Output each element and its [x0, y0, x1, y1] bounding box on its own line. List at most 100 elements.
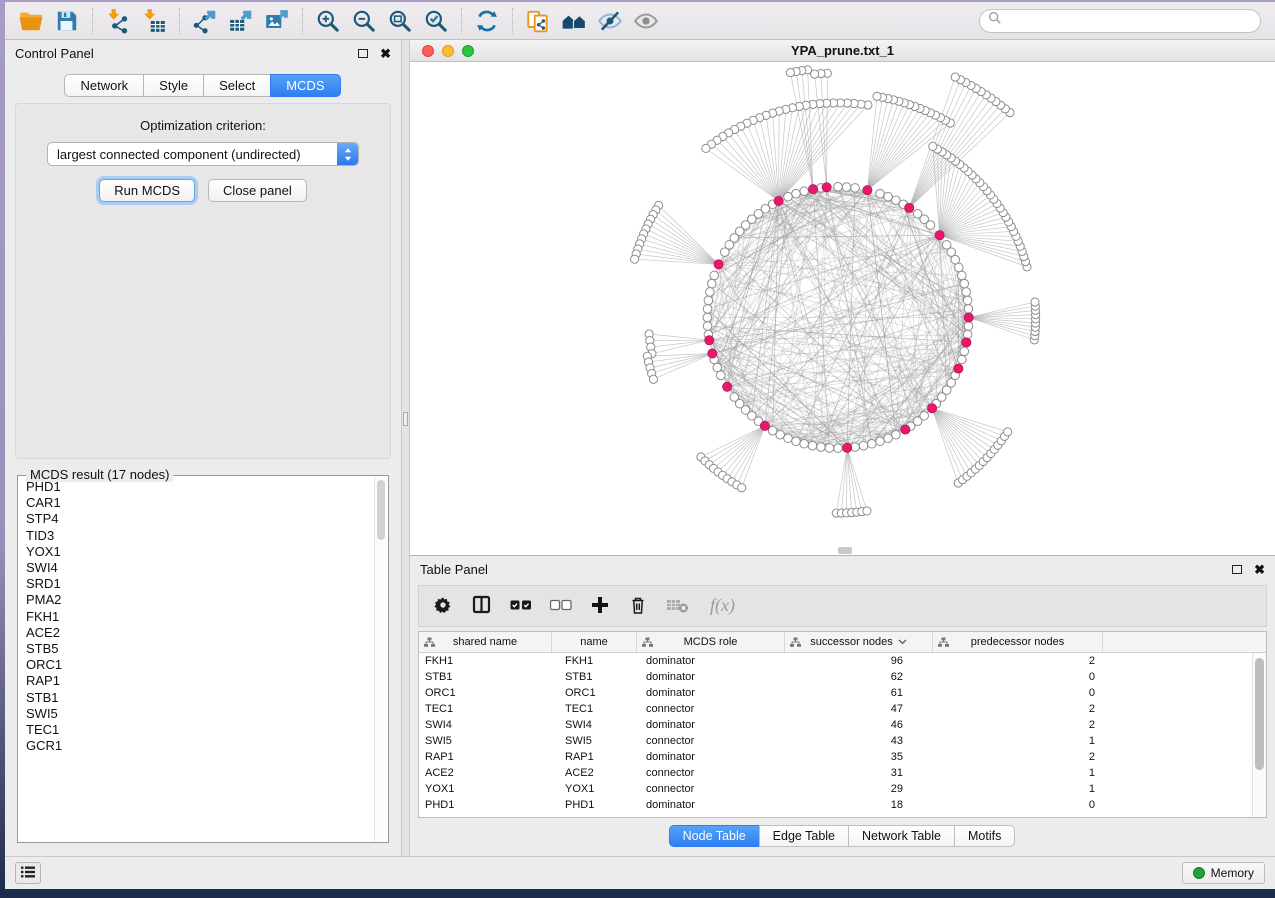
graph-node[interactable]	[963, 330, 972, 339]
cell-name[interactable]: ORC1	[552, 687, 637, 699]
graph-node[interactable]	[892, 196, 901, 205]
mcds-result-item[interactable]: GCR1	[21, 738, 373, 754]
cell-mcds-role[interactable]: dominator	[637, 671, 785, 683]
graph-hub-node[interactable]	[964, 313, 973, 322]
graph-node[interactable]	[964, 322, 973, 331]
cell-shared-name[interactable]: ACE2	[419, 767, 552, 779]
graph-node[interactable]	[703, 305, 712, 314]
cell-name[interactable]: PHD1	[552, 799, 637, 811]
tab-edge-table[interactable]: Edge Table	[759, 825, 849, 847]
show-all-button[interactable]	[628, 6, 664, 36]
graph-node[interactable]	[958, 271, 967, 280]
graph-satellite-node[interactable]	[1004, 428, 1012, 436]
cell-mcds-role[interactable]: connector	[637, 783, 785, 795]
cell-shared-name[interactable]: SWI5	[419, 735, 552, 747]
column-header-successor-nodes[interactable]: successor nodes	[785, 632, 933, 652]
graph-hub-node[interactable]	[962, 338, 971, 347]
cell-predecessor-nodes[interactable]: 0	[933, 799, 1103, 811]
table-row[interactable]: PHD1PHD1dominator180	[419, 797, 1252, 813]
graph-node[interactable]	[884, 434, 893, 443]
cell-name[interactable]: SWI5	[552, 735, 637, 747]
task-history-button[interactable]	[15, 862, 41, 884]
column-header-predecessor-nodes[interactable]: predecessor nodes	[933, 632, 1103, 652]
column-header-mcds-role[interactable]: MCDS role	[637, 632, 785, 652]
cell-shared-name[interactable]: TEC1	[419, 703, 552, 715]
import-table-button[interactable]	[136, 6, 172, 36]
graph-node[interactable]	[962, 288, 971, 297]
graph-hub-node[interactable]	[843, 443, 852, 452]
graph-hub-node[interactable]	[708, 349, 717, 358]
cell-name[interactable]: YOX1	[552, 783, 637, 795]
cell-successor-nodes[interactable]: 29	[785, 783, 933, 795]
graph-hub-node[interactable]	[714, 260, 723, 269]
mcds-result-item[interactable]: RAP1	[21, 673, 373, 689]
mcds-result-item[interactable]: PHD1	[21, 479, 373, 495]
cell-successor-nodes[interactable]: 35	[785, 751, 933, 763]
cell-name[interactable]: FKH1	[552, 655, 637, 667]
network-graph[interactable]	[410, 62, 1275, 555]
graph-node[interactable]	[859, 441, 868, 450]
result-scrollbar-thumb[interactable]	[377, 480, 385, 540]
result-scrollbar[interactable]	[374, 477, 387, 841]
graph-hub-node[interactable]	[760, 421, 769, 430]
cell-predecessor-nodes[interactable]: 1	[933, 767, 1103, 779]
graph-node[interactable]	[876, 189, 885, 198]
export-table-button[interactable]	[223, 6, 259, 36]
mcds-result-item[interactable]: STB5	[21, 641, 373, 657]
graph-node[interactable]	[784, 192, 793, 201]
export-network-button[interactable]	[187, 6, 223, 36]
cell-mcds-role[interactable]: connector	[637, 703, 785, 715]
graph-node[interactable]	[834, 182, 843, 191]
cell-predecessor-nodes[interactable]: 2	[933, 751, 1103, 763]
mcds-result-item[interactable]: YOX1	[21, 544, 373, 560]
graph-satellite-node[interactable]	[863, 507, 871, 515]
graph-node[interactable]	[784, 434, 793, 443]
graph-hub-node[interactable]	[863, 186, 872, 195]
mcds-result-item[interactable]: SWI5	[21, 706, 373, 722]
graph-node[interactable]	[942, 241, 951, 250]
graph-node[interactable]	[710, 271, 719, 280]
tab-select[interactable]: Select	[203, 74, 271, 97]
graph-node[interactable]	[955, 263, 964, 272]
tab-node-table[interactable]: Node Table	[669, 825, 760, 847]
delete-row-button[interactable]	[628, 591, 648, 621]
mcds-result-item[interactable]: STB1	[21, 690, 373, 706]
column-header-shared-name[interactable]: shared name	[419, 632, 552, 652]
cell-mcds-role[interactable]: dominator	[637, 655, 785, 667]
mcds-result-item[interactable]: FKH1	[21, 609, 373, 625]
table-settings-button[interactable]	[433, 591, 453, 621]
mcds-result-list[interactable]: PHD1CAR1STP4TID3YOX1SWI4SRD1PMA2FKH1ACE2…	[21, 479, 373, 839]
table-row[interactable]: STB1STB1dominator620	[419, 669, 1252, 685]
cell-successor-nodes[interactable]: 31	[785, 767, 933, 779]
network-canvas[interactable]	[410, 62, 1275, 555]
cell-name[interactable]: TEC1	[552, 703, 637, 715]
tab-style[interactable]: Style	[143, 74, 204, 97]
cell-successor-nodes[interactable]: 47	[785, 703, 933, 715]
graph-node[interactable]	[705, 288, 714, 297]
cell-predecessor-nodes[interactable]: 1	[933, 735, 1103, 747]
graph-node[interactable]	[720, 248, 729, 257]
cell-shared-name[interactable]: RAP1	[419, 751, 552, 763]
cell-predecessor-nodes[interactable]: 1	[933, 783, 1103, 795]
graph-satellite-node[interactable]	[738, 484, 746, 492]
cell-successor-nodes[interactable]: 43	[785, 735, 933, 747]
table-row[interactable]: SWI5SWI5connector431	[419, 733, 1252, 749]
splitter-handle[interactable]	[403, 412, 408, 426]
mcds-result-item[interactable]: TID3	[21, 528, 373, 544]
cell-shared-name[interactable]: SWI4	[419, 719, 552, 731]
deselect-all-button[interactable]	[550, 591, 572, 621]
graph-node[interactable]	[703, 322, 712, 331]
graph-hub-node[interactable]	[723, 382, 732, 391]
graph-satellite-node[interactable]	[631, 255, 639, 263]
mcds-result-item[interactable]: SWI4	[21, 560, 373, 576]
graph-node[interactable]	[817, 443, 826, 452]
graph-node[interactable]	[868, 439, 877, 448]
graph-satellite-node[interactable]	[873, 92, 881, 100]
cell-predecessor-nodes[interactable]: 2	[933, 703, 1103, 715]
mcds-result-item[interactable]: TEC1	[21, 722, 373, 738]
cell-shared-name[interactable]: YOX1	[419, 783, 552, 795]
graph-node[interactable]	[834, 444, 843, 453]
graph-node[interactable]	[892, 430, 901, 439]
graph-satellite-node[interactable]	[929, 142, 937, 150]
close-panel-button[interactable]: Close panel	[208, 179, 307, 202]
